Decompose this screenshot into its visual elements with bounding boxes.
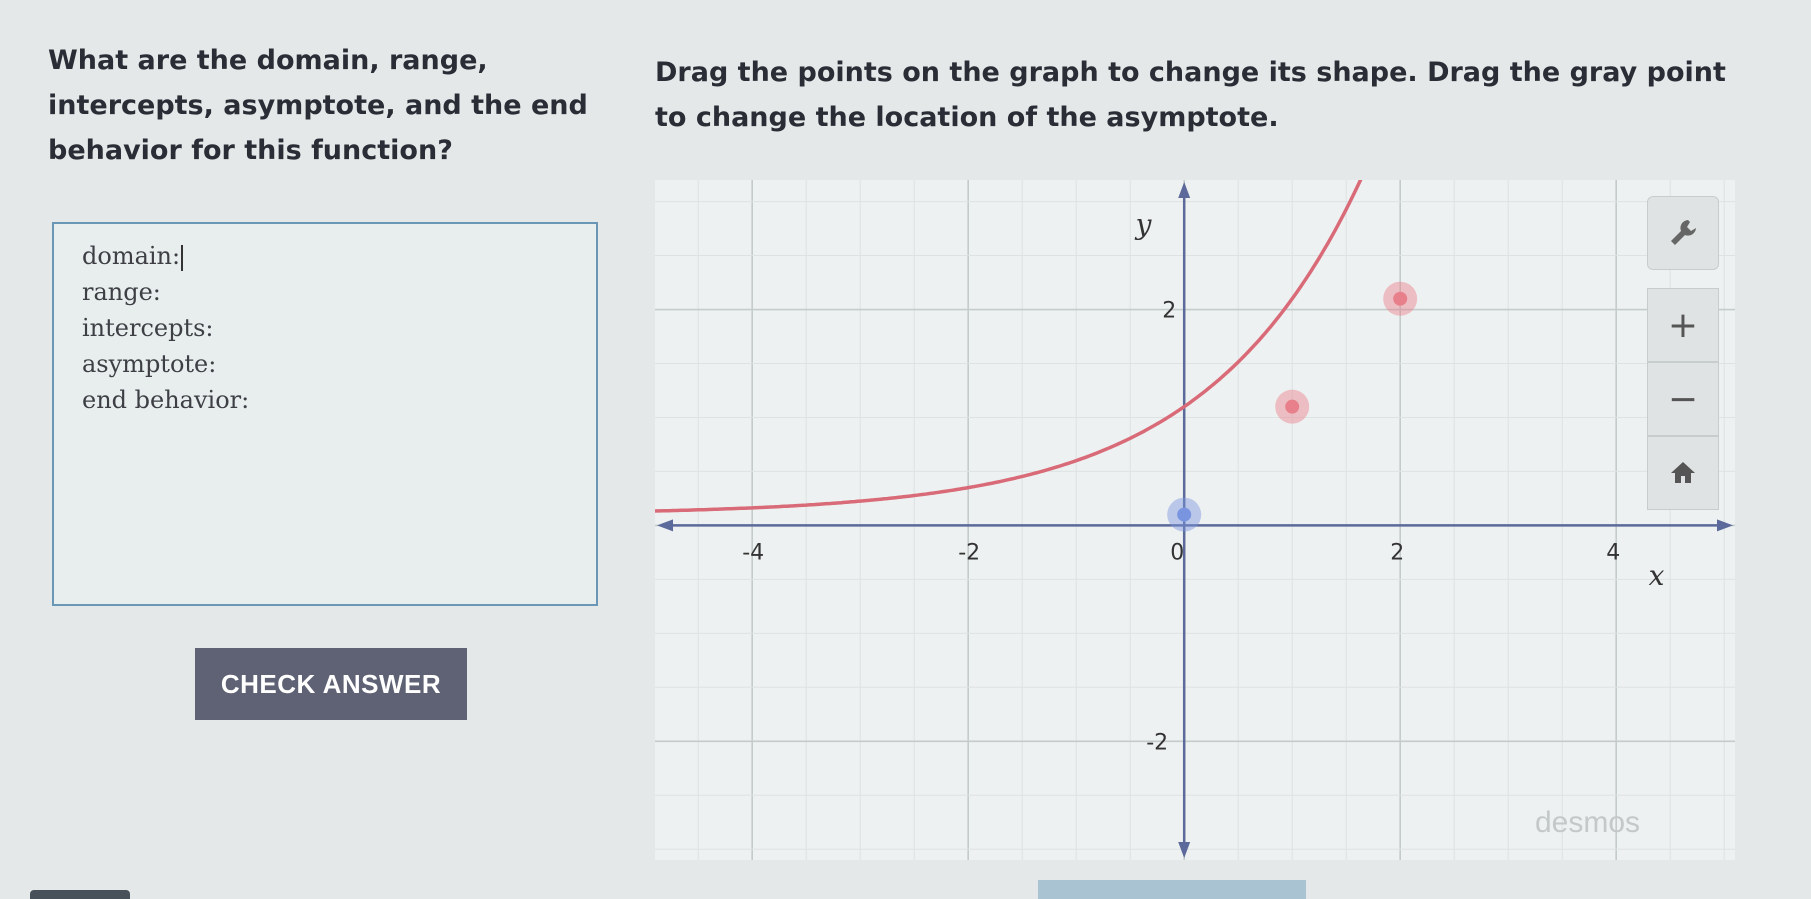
wrench-icon[interactable] (1647, 196, 1719, 270)
x-tick-label: -2 (958, 540, 980, 565)
x-axis-arrow-left (657, 519, 673, 532)
function-curve (655, 180, 1363, 513)
answer-line-domain: domain: (82, 238, 568, 274)
graph-canvas[interactable]: -4 -2 0 2 4 2 -2 x y (655, 180, 1735, 860)
answer-line-asymptote: asymptote: (82, 350, 217, 378)
y-axis-arrow-bottom (1178, 842, 1191, 858)
answer-textarea[interactable]: domain: range: intercepts: asymptote: en… (52, 222, 598, 606)
y-tick-label: -2 (1146, 730, 1168, 755)
x-tick-label: 2 (1390, 540, 1404, 565)
draggable-point[interactable] (1285, 399, 1300, 414)
y-axis-arrow-top (1178, 182, 1191, 198)
y-tick-label: 2 (1162, 299, 1176, 324)
graph-instructions: Drag the points on the graph to change i… (655, 57, 1726, 133)
zoom-in-button[interactable]: + (1647, 288, 1719, 362)
check-answer-button[interactable]: CHECK ANSWER (195, 648, 467, 720)
x-tick-label: -4 (742, 540, 764, 565)
x-tick-label: 4 (1606, 540, 1620, 565)
text-cursor (181, 244, 184, 271)
answer-line-end-behavior: end behavior: (82, 386, 250, 414)
home-icon-svg (1671, 462, 1695, 483)
wrench-icon-svg (1671, 220, 1696, 245)
bottom-progress-bar (1038, 880, 1306, 899)
answer-line-intercepts: intercepts: (82, 314, 214, 342)
home-icon[interactable] (1647, 436, 1719, 510)
draggable-point[interactable] (1393, 291, 1408, 306)
asymptote-point[interactable] (1177, 507, 1192, 522)
x-axis-label: x (1649, 559, 1665, 592)
graph-toolbar: + − (1647, 196, 1719, 510)
answer-line-range: range: (82, 278, 161, 306)
zoom-out-button[interactable]: − (1647, 362, 1719, 436)
graph-svg[interactable]: -4 -2 0 2 4 2 -2 x y (655, 180, 1735, 860)
x-axis-arrow-right (1717, 519, 1733, 532)
desmos-logo: desmos (1535, 806, 1641, 839)
question-prompt: What are the domain, range, intercepts, … (48, 45, 588, 166)
x-tick-label: 0 (1170, 540, 1184, 565)
bottom-tab[interactable] (30, 890, 130, 899)
y-axis-label: y (1134, 208, 1153, 241)
